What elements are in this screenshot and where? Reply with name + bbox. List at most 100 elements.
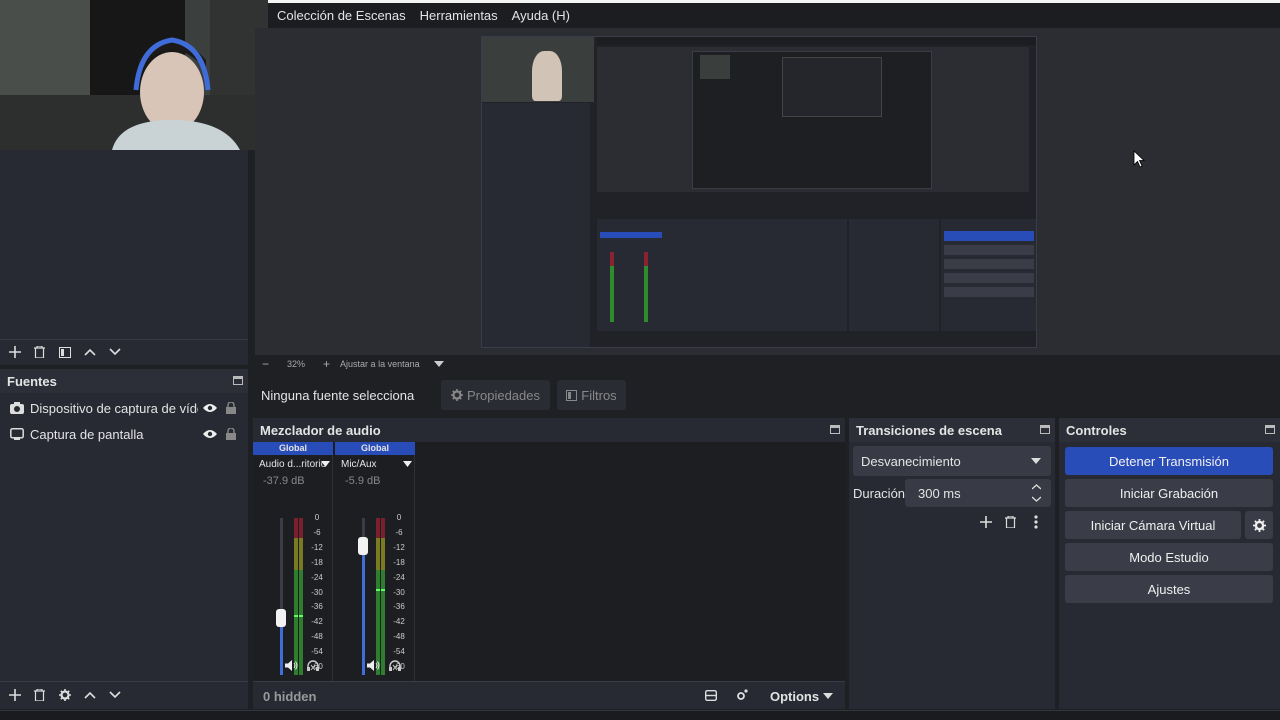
preview-zoom-bar: − 32% + Ajustar a la ventana — [255, 355, 1280, 373]
duration-input[interactable]: 300 ms — [905, 479, 1051, 507]
source-item[interactable]: Dispositivo de captura de vídeo — [0, 395, 248, 421]
stepper-up-icon[interactable] — [1032, 484, 1041, 490]
gear-icon — [1252, 518, 1266, 532]
stepper-down-icon[interactable] — [1032, 496, 1041, 502]
add-scene-button[interactable] — [2, 341, 27, 363]
mixer-channel: Global Audio d...ritorio -37.9 dB 0 -6 -12 -18… — [253, 442, 333, 681]
sources-toolbar — [2, 684, 127, 706]
add-transition-button[interactable] — [973, 511, 998, 533]
level-meter — [381, 569, 385, 675]
source-properties-button[interactable] — [52, 684, 77, 706]
meter-tick-label: -18 — [311, 557, 323, 567]
move-source-down-button[interactable] — [102, 684, 127, 706]
start-recording-button[interactable]: Iniciar Grabación — [1065, 479, 1273, 507]
undock-icon[interactable] — [233, 376, 243, 385]
meter-tick-label: -54 — [393, 647, 405, 657]
remove-source-button[interactable] — [27, 684, 52, 706]
meter-tick-label: -18 — [393, 557, 405, 567]
meter-tick-label: -12 — [311, 542, 323, 552]
layout-icon[interactable] — [705, 690, 717, 701]
hidden-count: 0 hidden — [263, 689, 317, 704]
start-virtual-camera-button[interactable]: Iniciar Cámara Virtual — [1065, 511, 1241, 539]
source-label: Dispositivo de captura de vídeo — [30, 400, 198, 416]
meter-tick-label: -48 — [311, 632, 323, 642]
transition-selected: Desvanecimiento — [861, 453, 961, 469]
move-source-up-button[interactable] — [77, 684, 102, 706]
menu-scene-collection[interactable]: Colección de Escenas — [277, 8, 406, 23]
channel-volume-db: -37.9 dB — [263, 475, 305, 487]
transition-select[interactable]: Desvanecimiento — [853, 446, 1051, 476]
meter-tick-label: -48 — [393, 632, 405, 642]
advanced-audio-icon[interactable] — [736, 689, 748, 701]
duration-label: Duración — [853, 486, 906, 501]
meter-tick-label: -30 — [311, 587, 323, 597]
zoom-level: 32% — [287, 359, 306, 369]
channel-tag: Global — [253, 442, 333, 455]
filters-label: Filtros — [581, 387, 617, 403]
channel-name: Mic/Aux — [341, 458, 377, 470]
source-item[interactable]: Captura de pantalla — [0, 421, 248, 447]
level-meter — [299, 569, 303, 675]
studio-mode-button[interactable]: Modo Estudio — [1065, 543, 1273, 571]
mouse-cursor-icon — [1133, 150, 1145, 168]
transition-more-icon[interactable] — [1023, 511, 1048, 533]
menu-help[interactable]: Ayuda (H) — [512, 8, 570, 23]
volume-fader-handle[interactable] — [276, 609, 286, 628]
headphones-monitor-icon[interactable] — [389, 660, 401, 672]
fit-window-button[interactable]: Ajustar a la ventana — [340, 359, 420, 369]
sources-title: Fuentes — [0, 369, 248, 393]
preview-canvas — [481, 36, 1037, 348]
controls-title: Controles — [1059, 418, 1280, 442]
scenes-toolbar — [2, 341, 127, 363]
scene-filters-button[interactable] — [52, 341, 77, 363]
speaker-icon[interactable] — [285, 660, 298, 671]
filters-button: Filtros — [557, 380, 626, 410]
lock-icon[interactable] — [226, 428, 236, 440]
meter-tick-label: -30 — [393, 587, 405, 597]
options-dropdown-icon[interactable] — [823, 693, 833, 699]
scenes-panel — [0, 150, 248, 365]
meter-tick-label: 0 — [396, 513, 402, 522]
meter-tick-label: -42 — [311, 617, 323, 627]
channel-menu-icon[interactable] — [321, 461, 330, 467]
status-bar — [0, 710, 1280, 720]
settings-button[interactable]: Ajustes — [1065, 575, 1273, 603]
virtual-camera-settings-button[interactable] — [1245, 511, 1273, 539]
sources-panel: Fuentes Dispositivo de captura de vídeo … — [0, 369, 248, 709]
channel-menu-icon[interactable] — [403, 461, 412, 467]
lock-icon[interactable] — [226, 402, 236, 414]
properties-label: Propiedades — [467, 387, 540, 403]
mixer-footer: 0 hidden Options — [253, 681, 845, 709]
stop-streaming-button[interactable]: Detener Transmisión — [1065, 447, 1273, 475]
fit-dropdown-icon[interactable] — [433, 361, 444, 367]
context-bar: Ninguna fuente selecciona Propiedades Fi… — [255, 377, 1280, 414]
preview-area[interactable] — [255, 28, 1280, 355]
properties-button: Propiedades — [441, 380, 550, 410]
headphones-monitor-icon[interactable] — [307, 660, 319, 672]
no-source-selected-label: Ninguna fuente selecciona — [261, 388, 415, 403]
zoom-out-button[interactable]: − — [262, 357, 269, 371]
undock-icon[interactable] — [830, 425, 840, 434]
add-source-button[interactable] — [2, 684, 27, 706]
speaker-icon[interactable] — [367, 660, 380, 671]
move-scene-up-button[interactable] — [77, 341, 102, 363]
source-label: Captura de pantalla — [30, 426, 144, 442]
volume-fader-fill — [362, 546, 365, 675]
audio-mixer-panel: Mezclador de audio Global Audio d...ritor… — [253, 418, 845, 709]
undock-icon[interactable] — [1040, 425, 1050, 434]
filter-icon — [566, 389, 578, 401]
undock-icon[interactable] — [1265, 425, 1275, 434]
visibility-eye-icon[interactable] — [203, 403, 217, 413]
camera-icon — [10, 402, 24, 414]
remove-transition-button[interactable] — [998, 511, 1023, 533]
mixer-channel: Global Mic/Aux -5.9 dB 0 -6 -12 -18 -24 -30 -36 -4… — [335, 442, 415, 681]
menu-tools[interactable]: Herramientas — [420, 8, 498, 23]
options-button[interactable]: Options — [770, 689, 819, 704]
visibility-eye-icon[interactable] — [203, 429, 217, 439]
meter-tick-label: -36 — [311, 602, 323, 612]
volume-fader-handle[interactable] — [358, 537, 368, 556]
remove-scene-button[interactable] — [27, 341, 52, 363]
meter-tick-label: -6 — [395, 527, 403, 537]
zoom-in-button[interactable]: + — [323, 357, 330, 371]
move-scene-down-button[interactable] — [102, 341, 127, 363]
